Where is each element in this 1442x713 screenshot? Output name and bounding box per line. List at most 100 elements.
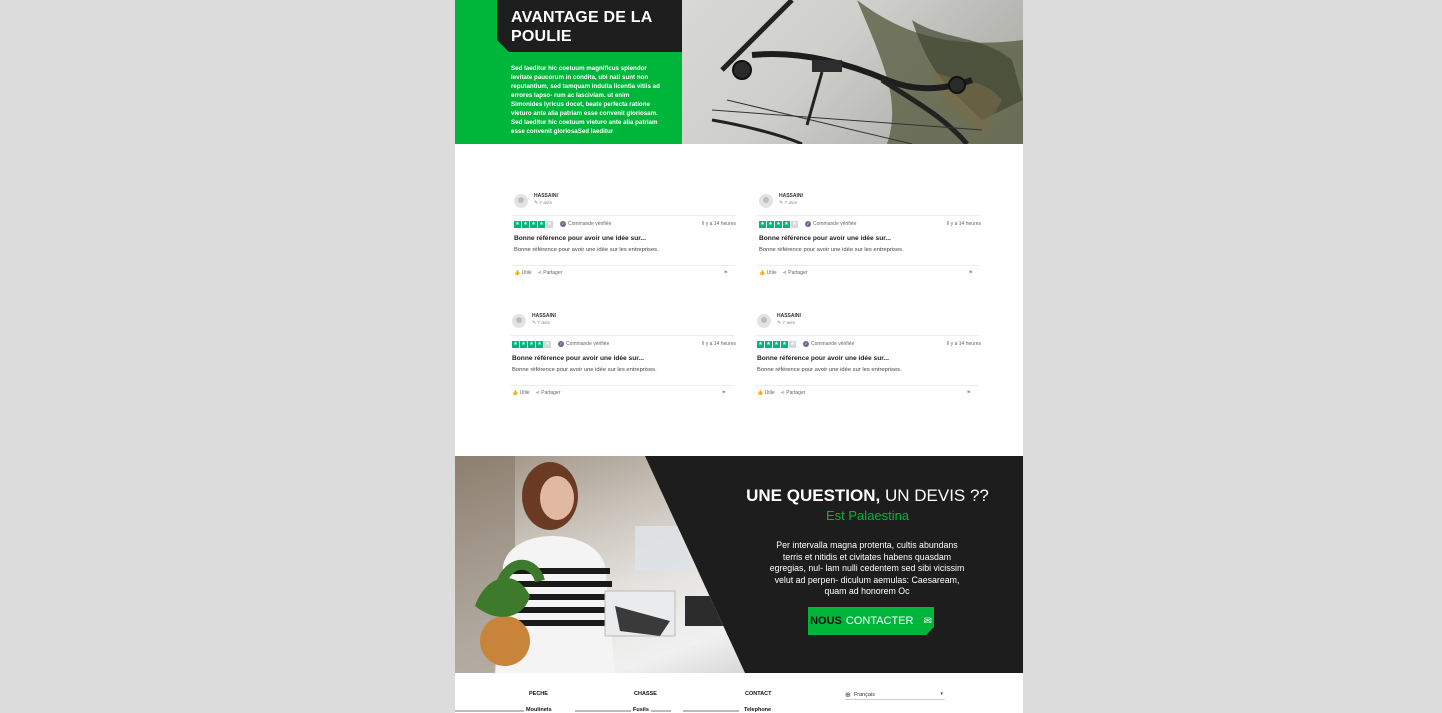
contact-button[interactable]: NOUS CONTACTER ✉ [808, 607, 934, 635]
review-count: ✎ 7 avis [779, 201, 797, 206]
flag-icon[interactable]: ⚑ [969, 270, 973, 276]
mail-icon: ✉ [923, 615, 932, 627]
review-actions: 👍 Utile ⋖ Partager [512, 390, 560, 396]
share-label: Partager [786, 390, 806, 396]
share-button[interactable]: ⋖ Partager [538, 270, 563, 276]
star-icon: ★ [514, 221, 521, 228]
useful-button[interactable]: 👍 Utile [514, 270, 532, 276]
verified-label: Commande vérifiée [811, 341, 855, 347]
star-icon: ★ [765, 341, 772, 348]
review-body: Bonne référence pour avoir une idée sur … [759, 247, 904, 253]
star-empty-icon: ★ [546, 221, 553, 228]
footer-link-moulinets[interactable]: Moulinets [524, 707, 554, 713]
contact-button-bold: NOUS [810, 615, 842, 627]
star-icon: ★ [536, 341, 543, 348]
woman-phone-photo [455, 456, 745, 673]
reviewer-name: HASSAINI [532, 313, 556, 319]
review-time: Il y a 14 heures [946, 221, 981, 227]
avatar [759, 194, 773, 208]
avatar [514, 194, 528, 208]
divider [512, 215, 736, 216]
useful-button[interactable]: 👍 Utile [759, 270, 777, 276]
star-empty-icon: ★ [791, 221, 798, 228]
footer-heading-contact: CONTACT [745, 691, 772, 697]
review-card: HASSAINI ✎ 7 avis ★ ★ ★ ★ ★ ✓ Commande vérifi… [510, 312, 736, 404]
review-card: HASSAINI ✎ 7 avis ★ ★ ★ ★ ★ ✓ Commande vérifi… [757, 192, 981, 284]
share-button[interactable]: ⋖ Partager [783, 270, 808, 276]
contact-title-bold: UNE QUESTION, [746, 486, 881, 505]
review-title: Bonne référence pour avoir une idée sur.… [759, 235, 891, 242]
reviewer-name: HASSAINI [779, 193, 803, 199]
star-icon: ★ [528, 341, 535, 348]
check-icon: ✓ [803, 341, 809, 347]
star-icon: ★ [538, 221, 545, 228]
review-title: Bonne référence pour avoir une idée sur.… [757, 355, 889, 362]
share-label: Partager [541, 390, 561, 396]
useful-label: Utile [519, 390, 530, 396]
contact-title: UNE QUESTION, UN DEVIS ?? [735, 486, 1000, 506]
star-icon: ★ [775, 221, 782, 228]
useful-button[interactable]: 👍 Utile [757, 390, 775, 396]
star-icon: ★ [520, 341, 527, 348]
footer-link-telephone[interactable]: Telephone [742, 707, 774, 713]
divider [755, 335, 979, 336]
footer-rule [683, 710, 739, 712]
flag-icon[interactable]: ⚑ [724, 270, 728, 276]
star-icon: ★ [767, 221, 774, 228]
share-button[interactable]: ⋖ Partager [536, 390, 561, 396]
footer-heading-peche: PECHE [529, 691, 548, 697]
share-button[interactable]: ⋖ Partager [781, 390, 806, 396]
review-count-text: 7 avis [784, 201, 797, 206]
review-title: Bonne référence pour avoir une idée sur.… [514, 235, 646, 242]
page: AVANTAGE DE LA POULIE Sed laeditur hic c… [455, 0, 1023, 713]
hero-bow-photo [682, 0, 1023, 144]
review-card: HASSAINI ✎ 7 avis ★ ★ ★ ★ ★ ✓ Commande vérifi… [755, 312, 981, 404]
language-value: Français [853, 691, 875, 698]
language-select[interactable]: ⊕ Français ▾ [845, 690, 945, 700]
star-icon: ★ [759, 221, 766, 228]
star-rating: ★ ★ ★ ★ ★ [514, 221, 553, 228]
divider [512, 265, 736, 266]
contact-section: UNE QUESTION, UN DEVIS ?? Est Palaestina… [455, 456, 1023, 673]
verified-label: Commande vérifiée [566, 341, 610, 347]
star-icon: ★ [512, 341, 519, 348]
reviewer-name: HASSAINI [777, 313, 801, 319]
review-body: Bonne référence pour avoir une idée sur … [512, 367, 657, 373]
star-icon: ★ [530, 221, 537, 228]
review-actions: 👍 Utile ⋖ Partager [757, 390, 805, 396]
reviewer-name: HASSAINI [534, 193, 558, 199]
contact-subtitle: Est Palaestina [825, 508, 910, 523]
flag-icon[interactable]: ⚑ [967, 390, 971, 396]
review-count: ✎ 7 avis [777, 321, 795, 326]
star-empty-icon: ★ [544, 341, 551, 348]
review-count-text: 7 avis [537, 321, 550, 326]
check-icon: ✓ [560, 221, 566, 227]
footer-link-fusils[interactable]: Fusils [631, 707, 651, 713]
star-empty-icon: ★ [789, 341, 796, 348]
globe-icon: ⊕ [845, 691, 851, 699]
compound-bow-image [711, 0, 1023, 144]
hero-section: AVANTAGE DE LA POULIE Sed laeditur hic c… [455, 0, 1023, 144]
avatar [757, 314, 771, 328]
review-count-text: 7 avis [539, 201, 552, 206]
flag-icon[interactable]: ⚑ [722, 390, 726, 396]
contact-title-light: UN DEVIS ?? [880, 486, 989, 505]
divider [757, 265, 981, 266]
avatar [512, 314, 526, 328]
star-icon: ★ [757, 341, 764, 348]
useful-label: Utile [766, 270, 777, 276]
hero-text: Sed laeditur hic coetuum magnificus sple… [511, 65, 660, 135]
star-icon: ★ [773, 341, 780, 348]
review-body: Bonne référence pour avoir une idée sur … [514, 247, 659, 253]
check-icon: ✓ [558, 341, 564, 347]
verified-badge: ✓ Commande vérifiée [558, 341, 609, 347]
review-count-text: 7 avis [782, 321, 795, 326]
divider [510, 335, 734, 336]
review-actions: 👍 Utile ⋖ Partager [514, 270, 562, 276]
verified-label: Commande vérifiée [568, 221, 612, 227]
footer: PECHE Moulinets CHASSE Fusils CONTACT Te… [455, 673, 1023, 713]
divider [755, 385, 979, 386]
verified-badge: ✓ Commande vérifiée [560, 221, 611, 227]
star-rating: ★ ★ ★ ★ ★ [757, 341, 796, 348]
useful-button[interactable]: 👍 Utile [512, 390, 530, 396]
